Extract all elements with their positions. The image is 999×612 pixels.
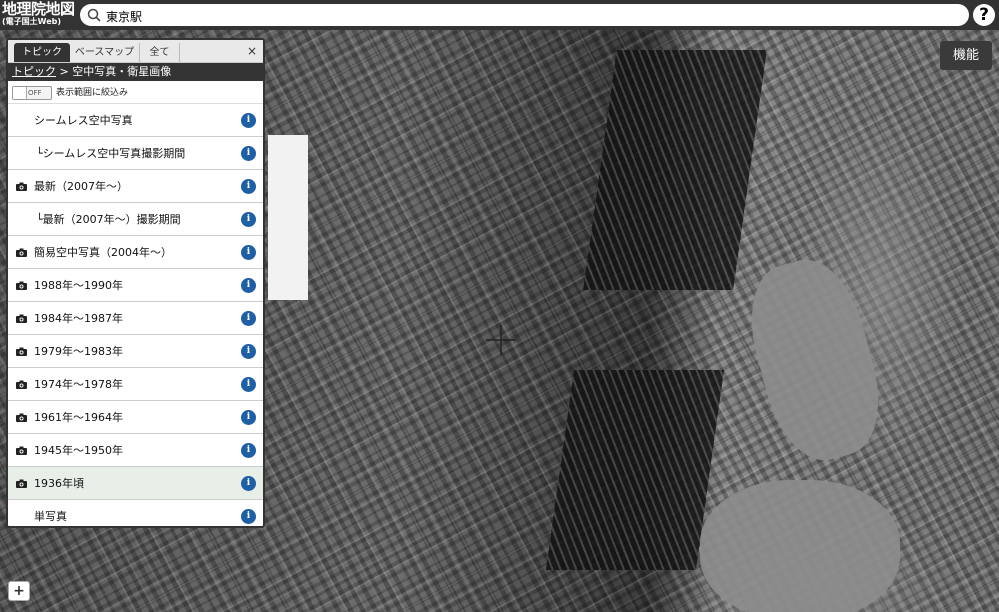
imperial-palace-area — [268, 135, 308, 300]
layer-list-item[interactable]: 1961年～1964年 i — [8, 401, 263, 434]
camera-icon — [16, 248, 27, 257]
dense-block-area — [583, 50, 767, 290]
camera-icon — [16, 413, 27, 422]
info-icon[interactable]: i — [241, 377, 256, 392]
layer-list-item[interactable]: └最新（2007年～）撮影期間 i — [8, 203, 263, 236]
layer-label: 1988年～1990年 — [34, 279, 123, 292]
info-icon[interactable]: i — [241, 509, 256, 524]
dense-block-area — [545, 370, 725, 570]
filter-label: 表示範囲に絞込み — [56, 88, 129, 98]
toggle-knob — [13, 87, 27, 99]
tab-topic[interactable]: トピック — [14, 43, 70, 62]
layer-list-item[interactable]: 1988年～1990年 i — [8, 269, 263, 302]
layer-list-item[interactable]: 単写真 i — [8, 500, 263, 526]
layer-list-item[interactable]: 簡易空中写真（2004年～） i — [8, 236, 263, 269]
functions-button[interactable]: 機能 — [940, 41, 992, 70]
layer-list-item[interactable]: 1979年～1983年 i — [8, 335, 263, 368]
camera-icon — [16, 314, 27, 323]
layer-list: シームレス空中写真 i └シームレス空中写真撮影期間 i 最新（2007年～） i └最新（… — [8, 104, 263, 526]
zoom-in-button[interactable]: + — [9, 582, 29, 600]
breadcrumb-separator: > — [59, 65, 69, 78]
layer-label: 1984年～1987年 — [34, 312, 123, 325]
layer-list-item[interactable]: 1984年～1987年 i — [8, 302, 263, 335]
layer-label: 1945年～1950年 — [34, 444, 123, 457]
close-icon[interactable]: × — [247, 42, 257, 60]
info-icon[interactable]: i — [241, 410, 256, 425]
layer-list-item[interactable]: 1974年～1978年 i — [8, 368, 263, 401]
layer-label: 1961年～1964年 — [34, 411, 123, 424]
site-logo[interactable]: 地理院地図 (電子国土Web) — [2, 0, 75, 27]
toggle-state-label: OFF — [28, 89, 42, 97]
layer-list-item[interactable]: └シームレス空中写真撮影期間 i — [8, 137, 263, 170]
bay-area — [700, 480, 900, 612]
info-icon[interactable]: i — [241, 344, 256, 359]
search-icon[interactable] — [87, 8, 101, 22]
breadcrumb-current: 空中写真・衛星画像 — [72, 65, 172, 78]
info-icon[interactable]: i — [241, 476, 256, 491]
layer-label: 1936年頃 — [34, 477, 84, 490]
layer-label: 単写真 — [34, 510, 67, 523]
filter-toggle[interactable]: OFF — [12, 86, 52, 100]
info-icon[interactable]: i — [241, 443, 256, 458]
info-icon[interactable]: i — [241, 311, 256, 326]
header-bar: 地理院地図 (電子国土Web) ? — [0, 0, 999, 30]
layer-list-item[interactable]: シームレス空中写真 i — [8, 104, 263, 137]
layer-panel: トピック ベースマップ 全て × トピック > 空中写真・衛星画像 OFF 表示… — [6, 38, 265, 528]
layer-label: 簡易空中写真（2004年～） — [34, 246, 172, 259]
search-box[interactable] — [80, 4, 969, 26]
info-icon[interactable]: i — [241, 212, 256, 227]
camera-icon — [16, 182, 27, 191]
tab-all[interactable]: 全て — [140, 43, 180, 62]
camera-icon — [16, 479, 27, 488]
tab-basemap[interactable]: ベースマップ — [70, 43, 140, 62]
camera-icon — [16, 281, 27, 290]
layer-label: 1974年～1978年 — [34, 378, 123, 391]
layer-label: 最新（2007年～） — [34, 180, 128, 193]
layer-list-item[interactable]: 最新（2007年～） i — [8, 170, 263, 203]
layer-list-item[interactable]: 1936年頃 i — [8, 467, 263, 500]
info-icon[interactable]: i — [241, 113, 256, 128]
help-button[interactable]: ? — [973, 4, 995, 26]
logo-title: 地理院地図 — [2, 0, 75, 18]
river-area — [735, 249, 895, 471]
camera-icon — [16, 380, 27, 389]
layer-label: └シームレス空中写真撮影期間 — [36, 147, 186, 160]
zoom-control: + — [8, 581, 30, 601]
panel-tabs: トピック ベースマップ 全て × — [8, 40, 263, 63]
logo-subtitle: (電子国土Web) — [2, 17, 62, 26]
info-icon[interactable]: i — [241, 245, 256, 260]
crosshair-icon — [486, 325, 516, 355]
layer-label: 1979年～1983年 — [34, 345, 123, 358]
filter-row: OFF 表示範囲に絞込み — [8, 81, 263, 104]
breadcrumb: トピック > 空中写真・衛星画像 — [8, 63, 263, 81]
info-icon[interactable]: i — [241, 278, 256, 293]
layer-list-item[interactable]: 1945年～1950年 i — [8, 434, 263, 467]
layer-label: └最新（2007年～）撮影期間 — [36, 213, 181, 226]
search-input[interactable] — [104, 7, 928, 25]
camera-icon — [16, 446, 27, 455]
breadcrumb-root-link[interactable]: トピック — [12, 65, 56, 78]
info-icon[interactable]: i — [241, 146, 256, 161]
camera-icon — [16, 347, 27, 356]
info-icon[interactable]: i — [241, 179, 256, 194]
layer-label: シームレス空中写真 — [34, 114, 133, 127]
